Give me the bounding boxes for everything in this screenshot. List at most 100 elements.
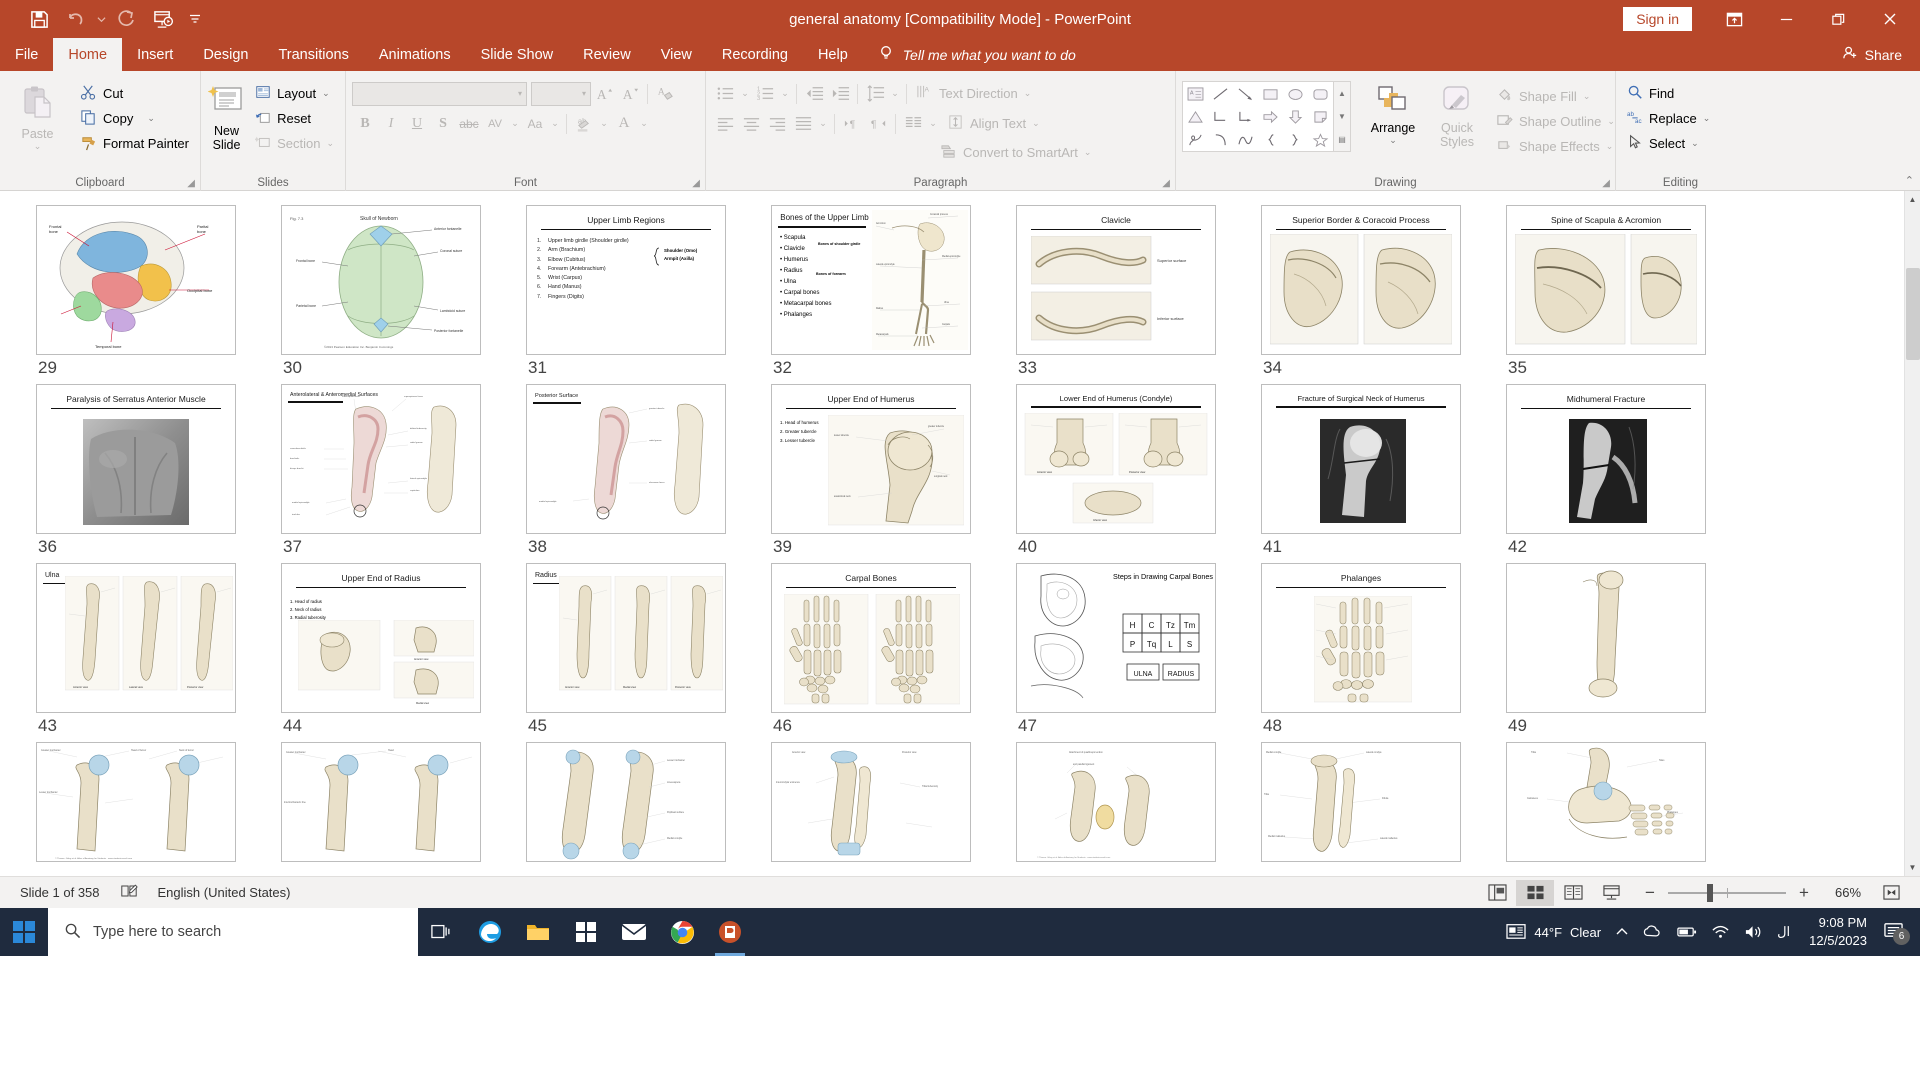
chevron-down-icon[interactable]: ⌄: [738, 81, 752, 106]
reset-button[interactable]: Reset: [250, 106, 339, 131]
font-dialog-launcher-icon[interactable]: ◢: [692, 178, 700, 189]
chevron-down-icon[interactable]: ⌄: [548, 111, 562, 136]
tab-recording[interactable]: Recording: [707, 38, 803, 71]
change-case-button[interactable]: Aa: [522, 111, 548, 136]
chevron-down-icon[interactable]: ⌄: [147, 113, 155, 124]
shape-fill-button[interactable]: Shape Fill ⌄: [1491, 84, 1620, 109]
language-indicator[interactable]: English (United States): [148, 885, 301, 900]
tab-insert[interactable]: Insert: [122, 38, 188, 71]
tab-transitions[interactable]: Transitions: [263, 38, 363, 71]
slide-thumbnail-43[interactable]: Ulna Anterior view Lateral view Posterio…: [36, 563, 236, 713]
shapes-scroll-up-icon[interactable]: ▲: [1334, 82, 1350, 105]
slide-thumbnail-50[interactable]: Greater trochanter Head of femur Neck of f…: [36, 742, 236, 862]
volume-icon[interactable]: [1737, 908, 1770, 956]
italic-button[interactable]: I: [378, 111, 404, 136]
underline-button[interactable]: U: [404, 111, 430, 136]
text-shadow-button[interactable]: S: [430, 111, 456, 136]
start-button[interactable]: [0, 908, 48, 956]
justify-button[interactable]: [790, 111, 816, 136]
cut-button[interactable]: Cut: [75, 81, 194, 106]
shapes-scroll-down-icon[interactable]: ▼: [1334, 105, 1350, 128]
slide-counter[interactable]: Slide 1 of 358: [10, 885, 110, 900]
powerpoint-icon[interactable]: [706, 908, 754, 956]
shape-down-arrow-icon[interactable]: [1283, 105, 1308, 128]
slide-thumbnail-40[interactable]: Lower End of Humerus (Condyle) Anterior …: [1016, 384, 1216, 534]
onedrive-icon[interactable]: [1636, 908, 1669, 956]
slide-thumbnail-52[interactable]: Lesser trochanter Linea aspera Popliteal s…: [526, 742, 726, 862]
wifi-icon[interactable]: [1704, 908, 1737, 956]
drawing-dialog-launcher-icon[interactable]: ◢: [1602, 178, 1610, 189]
chevron-down-icon[interactable]: ⌄: [1084, 147, 1092, 158]
clear-formatting-icon[interactable]: A: [652, 81, 678, 106]
zoom-out-button[interactable]: −: [1642, 883, 1658, 903]
zoom-in-button[interactable]: +: [1796, 883, 1812, 903]
shape-outline-button[interactable]: Shape Outline ⌄: [1491, 109, 1620, 134]
increase-indent-button[interactable]: [827, 81, 853, 106]
font-name-combobox[interactable]: ▾: [352, 81, 527, 106]
convert-to-smartart-button[interactable]: Convert to SmartArt ⌄: [935, 140, 1096, 165]
task-view-icon[interactable]: [418, 908, 466, 956]
chevron-down-icon[interactable]: ⌄: [1024, 88, 1032, 99]
slide-thumbnail-34[interactable]: Superior Border & Coracoid Process: [1261, 205, 1461, 355]
shape-folded-corner-icon[interactable]: [1308, 105, 1333, 128]
shape-elbow-connector-icon[interactable]: [1208, 105, 1233, 128]
tab-help[interactable]: Help: [803, 38, 863, 71]
shape-textbox-icon[interactable]: A: [1183, 82, 1208, 105]
slide-thumbnail-51[interactable]: Greater trochanter Head Intertrochanteric …: [281, 742, 481, 862]
replace-button[interactable]: ab ac Replace ⌄: [1622, 106, 1715, 131]
tab-animations[interactable]: Animations: [364, 38, 466, 71]
normal-view-button[interactable]: [1478, 880, 1516, 906]
increase-font-size-icon[interactable]: A: [591, 81, 617, 106]
slide-thumbnail-30[interactable]: Fig. 7.3 Skull of Newborn Anterior fonta…: [281, 205, 481, 355]
shapes-more-icon[interactable]: ▤: [1334, 128, 1350, 151]
shapes-gallery-scrollbar[interactable]: ▲ ▼ ▤: [1334, 81, 1351, 152]
edge-icon[interactable]: [466, 908, 514, 956]
fit-to-window-button[interactable]: [1872, 880, 1910, 906]
columns-button[interactable]: [900, 111, 926, 136]
font-color-button[interactable]: A: [611, 111, 637, 136]
microsoft-store-icon[interactable]: [562, 908, 610, 956]
slide-thumbnail-38[interactable]: Posterior Surface greater tubercle radial…: [526, 384, 726, 534]
chevron-down-icon[interactable]: ⌄: [637, 111, 651, 136]
chevron-down-icon[interactable]: ⌄: [1606, 141, 1614, 152]
slide-thumbnail-56[interactable]: TibiaTalusCalcaneusPhalanges: [1506, 742, 1706, 862]
numbering-button[interactable]: 123: [752, 81, 778, 106]
undo-dropdown-icon[interactable]: [94, 4, 108, 34]
tell-me-search[interactable]: Tell me what you want to do: [863, 38, 1090, 71]
notification-center-button[interactable]: 6: [1879, 921, 1914, 945]
shapes-gallery[interactable]: A: [1182, 81, 1334, 152]
align-right-button[interactable]: [764, 111, 790, 136]
file-explorer-icon[interactable]: [514, 908, 562, 956]
chevron-down-icon[interactable]: ⌄: [778, 81, 792, 106]
slide-thumbnail-35[interactable]: Spine of Scapula & Acromion: [1506, 205, 1706, 355]
battery-icon[interactable]: [1669, 908, 1704, 956]
section-button[interactable]: Section ⌄: [250, 131, 339, 156]
input-language-icon[interactable]: ال: [1770, 908, 1797, 956]
slide-thumbnail-29[interactable]: Frontal bone Parital bone Occipital bone T…: [36, 205, 236, 355]
slide-thumbnail-33[interactable]: Clavicle Superior surface Inferior surfa…: [1016, 205, 1216, 355]
shape-right-brace-icon[interactable]: [1283, 128, 1308, 151]
slide-thumbnail-48[interactable]: Phalanges: [1261, 563, 1461, 713]
shape-elbow-arrow-icon[interactable]: [1233, 105, 1258, 128]
font-size-combobox[interactable]: ▾: [531, 81, 591, 106]
taskbar-search-box[interactable]: Type here to search: [48, 908, 418, 956]
decrease-font-size-icon[interactable]: A: [617, 81, 643, 106]
chevron-down-icon[interactable]: ⌄: [1607, 116, 1615, 127]
bullets-button[interactable]: [712, 81, 738, 106]
slide-thumbnail-47[interactable]: Steps in Drawing Carpal Bones H C Tz Tm …: [1016, 563, 1216, 713]
scrollbar-track[interactable]: [1905, 208, 1920, 859]
find-button[interactable]: Find: [1622, 81, 1715, 106]
slide-thumbnail-44[interactable]: Upper End of Radius 1. Head of radius 2.…: [281, 563, 481, 713]
tab-home[interactable]: Home: [53, 38, 123, 71]
quick-styles-button[interactable]: Quick Styles: [1425, 81, 1489, 149]
paragraph-dialog-launcher-icon[interactable]: ◢: [1162, 178, 1170, 189]
scroll-down-icon[interactable]: ▼: [1905, 859, 1920, 876]
ltr-text-direction-button[interactable]: ¶: [839, 111, 865, 136]
chevron-down-icon[interactable]: ⌄: [326, 138, 334, 149]
shape-triangle-icon[interactable]: [1183, 105, 1208, 128]
ribbon-display-options-icon[interactable]: [1708, 0, 1760, 38]
shape-scribble-icon[interactable]: [1183, 128, 1208, 151]
minimize-button[interactable]: [1760, 0, 1812, 38]
shape-star-icon[interactable]: [1308, 128, 1333, 151]
align-left-button[interactable]: [712, 111, 738, 136]
